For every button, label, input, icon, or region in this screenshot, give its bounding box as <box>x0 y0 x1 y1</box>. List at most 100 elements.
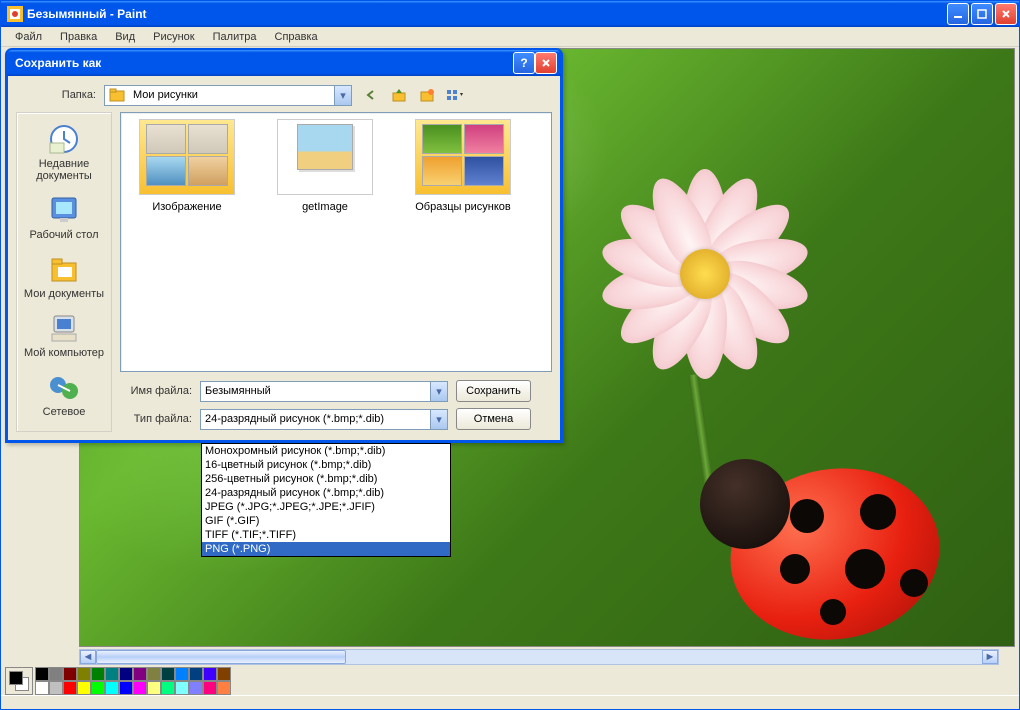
color-swatch[interactable] <box>203 681 217 695</box>
folder-combo[interactable]: Мои рисунки ▾ <box>104 85 352 106</box>
menu-help[interactable]: Справка <box>267 29 326 45</box>
chevron-down-icon[interactable]: ▾ <box>334 86 351 105</box>
file-item-2[interactable]: getImage <box>265 119 385 365</box>
desktop-icon <box>48 194 80 226</box>
color-swatch[interactable] <box>91 681 105 695</box>
color-swatch[interactable] <box>105 681 119 695</box>
places-mycomputer-label: Мой компьютер <box>22 347 106 359</box>
places-mycomputer[interactable]: Мой компьютер <box>20 306 108 365</box>
save-button[interactable]: Сохранить <box>456 380 531 402</box>
folder-value: Мои рисунки <box>129 89 334 101</box>
places-bar: Недавние документы Рабочий стол Мои доку… <box>16 112 112 432</box>
color-swatch[interactable] <box>161 681 175 695</box>
folder-label: Папка: <box>16 89 104 101</box>
view-menu-button[interactable] <box>444 84 466 106</box>
mydocs-icon <box>48 253 80 285</box>
up-folder-button[interactable] <box>388 84 410 106</box>
color-swatch[interactable] <box>119 681 133 695</box>
minimize-button[interactable] <box>947 3 969 25</box>
dialog-close-button[interactable] <box>535 52 557 74</box>
main-titlebar: Безымянный - Paint <box>1 1 1019 27</box>
scroll-left-arrow[interactable]: ◄ <box>80 650 96 664</box>
color-swatch[interactable] <box>147 667 161 681</box>
filetype-dropdown[interactable]: Монохромный рисунок (*.bmp;*.dib)16-цвет… <box>201 443 451 557</box>
menu-image[interactable]: Рисунок <box>145 29 203 45</box>
menu-file[interactable]: Файл <box>7 29 50 45</box>
color-swatch[interactable] <box>175 681 189 695</box>
filetype-label: Тип файла: <box>120 413 200 425</box>
computer-icon <box>48 312 80 344</box>
color-swatch[interactable] <box>217 667 231 681</box>
color-swatch[interactable] <box>77 681 91 695</box>
network-icon <box>48 371 80 403</box>
new-folder-button[interactable] <box>416 84 438 106</box>
filetype-combo[interactable]: 24-разрядный рисунок (*.bmp;*.dib) ▾ <box>200 409 448 430</box>
cancel-button[interactable]: Отмена <box>456 408 531 430</box>
chevron-down-icon[interactable]: ▾ <box>430 410 447 429</box>
back-button[interactable] <box>360 84 382 106</box>
color-swatch[interactable] <box>35 667 49 681</box>
dialog-title: Сохранить как <box>15 56 101 70</box>
color-swatch[interactable] <box>217 681 231 695</box>
save-as-dialog: Сохранить как ? Папка: Мои рисунки ▾ Нед… <box>5 48 563 443</box>
places-network-label: Сетевое <box>22 406 106 418</box>
color-swatch[interactable] <box>133 681 147 695</box>
dialog-help-button[interactable]: ? <box>513 52 535 74</box>
places-network[interactable]: Сетевое <box>20 365 108 424</box>
chevron-down-icon[interactable]: ▾ <box>430 382 447 401</box>
color-swatch[interactable] <box>105 667 119 681</box>
color-swatch[interactable] <box>77 667 91 681</box>
status-bar <box>1 695 1019 709</box>
color-swatch[interactable] <box>203 667 217 681</box>
image-thumb-icon <box>277 119 373 195</box>
color-swatch[interactable] <box>49 681 63 695</box>
ladybug-illustration <box>700 449 960 647</box>
color-swatch[interactable] <box>189 681 203 695</box>
main-title: Безымянный - Paint <box>27 7 947 21</box>
menu-palette[interactable]: Палитра <box>205 29 265 45</box>
color-swatch[interactable] <box>63 667 77 681</box>
menu-view[interactable]: Вид <box>107 29 143 45</box>
filetype-option[interactable]: GIF (*.GIF) <box>202 514 450 528</box>
scroll-thumb[interactable] <box>96 650 346 664</box>
file-item-3[interactable]: Образцы рисунков <box>403 119 523 365</box>
places-recent[interactable]: Недавние документы <box>20 117 108 188</box>
places-recent-label: Недавние документы <box>22 158 106 182</box>
color-swatch[interactable] <box>133 667 147 681</box>
filetype-option[interactable]: JPEG (*.JPG;*.JPEG;*.JPE;*.JFIF) <box>202 500 450 514</box>
filetype-option[interactable]: 24-разрядный рисунок (*.bmp;*.dib) <box>202 486 450 500</box>
color-swatch[interactable] <box>189 667 203 681</box>
filename-label: Имя файла: <box>120 385 200 397</box>
color-swatch[interactable] <box>147 681 161 695</box>
folder-icon <box>105 88 129 102</box>
places-desktop[interactable]: Рабочий стол <box>20 188 108 247</box>
recent-icon <box>48 123 80 155</box>
filetype-option[interactable]: 16-цветный рисунок (*.bmp;*.dib) <box>202 458 450 472</box>
filename-input[interactable]: Безымянный ▾ <box>200 381 448 402</box>
places-mydocs-label: Мои документы <box>22 288 106 300</box>
filetype-option[interactable]: 256-цветный рисунок (*.bmp;*.dib) <box>202 472 450 486</box>
places-mydocs[interactable]: Мои документы <box>20 247 108 306</box>
scroll-right-arrow[interactable]: ► <box>982 650 998 664</box>
maximize-button[interactable] <box>971 3 993 25</box>
color-swatch[interactable] <box>119 667 133 681</box>
color-swatch[interactable] <box>35 681 49 695</box>
filetype-option[interactable]: Монохромный рисунок (*.bmp;*.dib) <box>202 444 450 458</box>
color-swatch[interactable] <box>161 667 175 681</box>
filetype-option[interactable]: PNG (*.PNG) <box>202 542 450 556</box>
current-colors[interactable] <box>5 667 33 695</box>
filetype-option[interactable]: TIFF (*.TIF;*.TIFF) <box>202 528 450 542</box>
file-list[interactable]: Изображение getImage Образцы рисунков <box>120 112 552 372</box>
close-button[interactable] <box>995 3 1017 25</box>
menu-bar: Файл Правка Вид Рисунок Палитра Справка <box>1 27 1019 47</box>
file-item-1[interactable]: Изображение <box>127 119 247 365</box>
file-label: getImage <box>265 201 385 213</box>
color-swatch[interactable] <box>175 667 189 681</box>
menu-edit[interactable]: Правка <box>52 29 105 45</box>
color-swatch[interactable] <box>91 667 105 681</box>
dialog-titlebar: Сохранить как ? <box>7 50 561 76</box>
color-swatch[interactable] <box>49 667 63 681</box>
folder-thumb-icon <box>139 119 235 195</box>
color-swatch[interactable] <box>63 681 77 695</box>
horizontal-scrollbar[interactable]: ◄ ► <box>79 649 999 665</box>
